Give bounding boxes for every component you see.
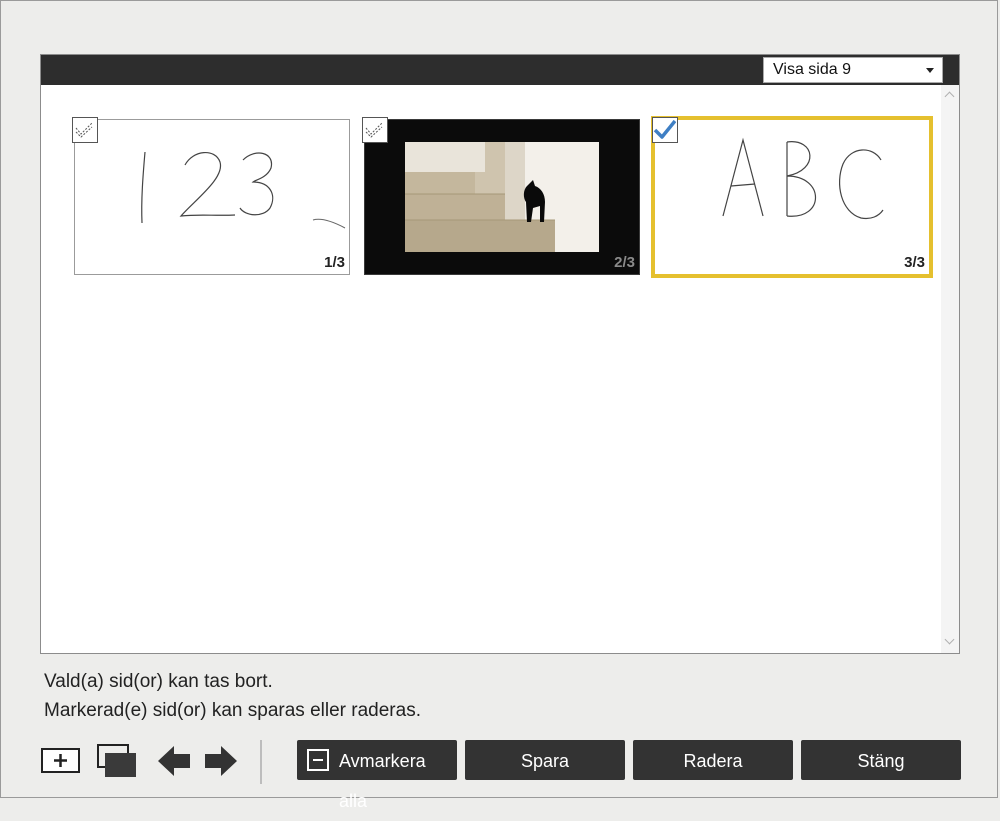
thumbnail-page-2[interactable]: 2/3	[364, 119, 640, 275]
status-text-save: Markerad(e) sid(or) kan sparas eller rad…	[44, 700, 421, 721]
deselect-all-button[interactable]: Avmarkera alla	[297, 740, 457, 811]
arrow-left-icon[interactable]	[156, 742, 192, 780]
scroll-up-icon[interactable]	[944, 91, 955, 102]
thumbnail-checkbox-2[interactable]	[362, 117, 388, 143]
duplicate-page-icon[interactable]	[96, 742, 138, 780]
delete-button[interactable]: Radera	[633, 740, 793, 780]
toolbar-separator	[260, 740, 262, 784]
thumbnail-scroll-area[interactable]: 1/3 2/3 3/3	[41, 85, 959, 653]
panel-header: Visa sida 9	[41, 55, 959, 85]
page-number-label: 3/3	[904, 254, 925, 271]
unchecked-mark-icon	[365, 122, 383, 138]
pages-panel: Visa sida 9 1/3 2/3 3/3	[40, 54, 960, 654]
page-select-value: Visa sida 9	[773, 61, 851, 78]
scroll-down-icon[interactable]	[944, 634, 955, 645]
status-text-delete: Vald(a) sid(or) kan tas bort.	[44, 671, 273, 692]
unchecked-mark-icon	[75, 122, 93, 138]
save-button[interactable]: Spara	[465, 740, 625, 780]
page-select-dropdown[interactable]: Visa sida 9	[763, 57, 943, 83]
thumbnail-checkbox-3[interactable]	[652, 117, 678, 143]
add-page-icon[interactable]	[41, 742, 81, 780]
handwriting-123	[141, 151, 346, 229]
close-button[interactable]: Stäng	[801, 740, 961, 780]
check-icon	[653, 119, 676, 139]
page-number-label: 2/3	[614, 254, 635, 271]
handwriting-abc	[722, 137, 884, 220]
thumbnail-page-3[interactable]: 3/3	[651, 116, 933, 278]
thumbnail-checkbox-1[interactable]	[72, 117, 98, 143]
cat-photo	[405, 142, 599, 252]
page-number-label: 1/3	[324, 254, 345, 271]
chevron-down-icon	[926, 68, 934, 73]
vertical-scrollbar[interactable]	[941, 85, 959, 653]
thumbnail-page-1[interactable]: 1/3	[74, 119, 350, 275]
minus-square-icon	[307, 749, 329, 771]
arrow-right-icon[interactable]	[203, 742, 239, 780]
